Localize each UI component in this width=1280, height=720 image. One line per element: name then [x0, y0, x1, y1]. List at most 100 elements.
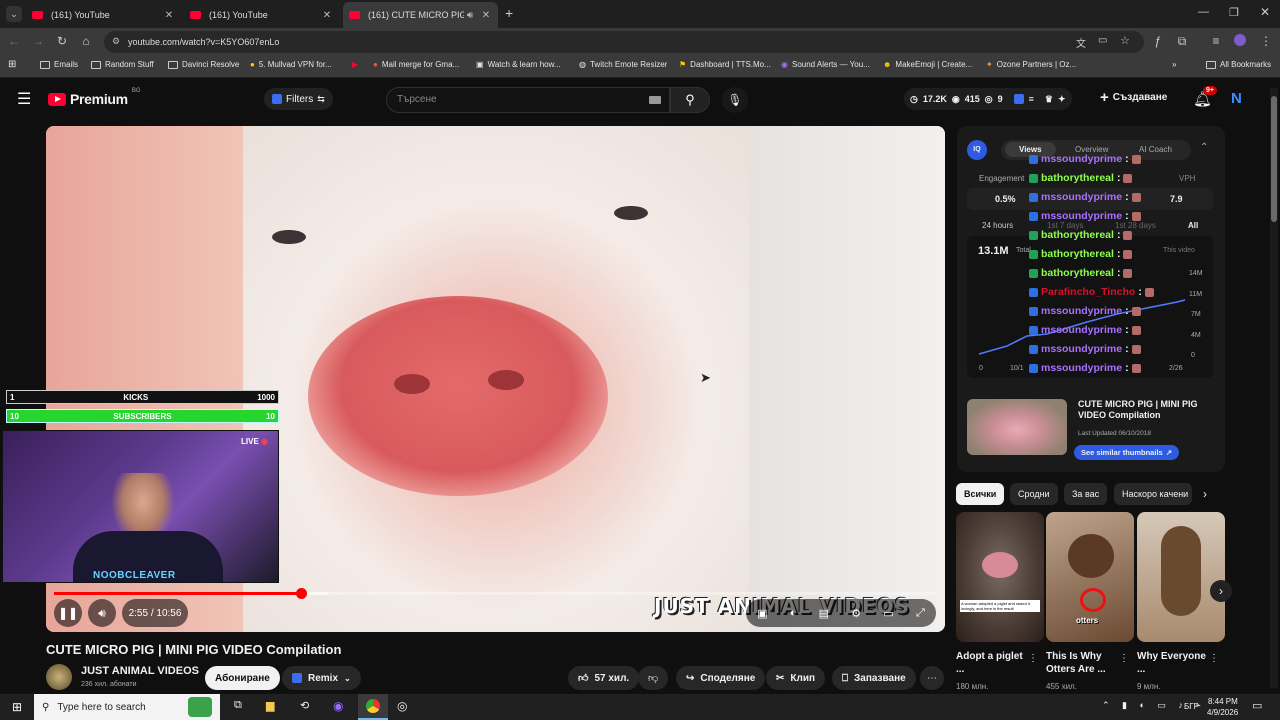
all-bookmarks[interactable]: All Bookmarks	[1206, 60, 1271, 69]
rec-thumbnail[interactable]	[1137, 512, 1225, 642]
speaker-icon[interactable]: 🔊︎	[464, 10, 476, 21]
rec-title[interactable]: Why Everyone ...	[1137, 650, 1207, 676]
voice-search-button[interactable]: 🎙︎	[722, 87, 748, 113]
more-actions-button[interactable]: ⋯	[920, 666, 944, 690]
apps-icon[interactable]: ⊞	[8, 59, 16, 70]
iq-icon[interactable]: ▣	[757, 607, 767, 620]
range-all[interactable]: All	[1188, 221, 1198, 230]
rec-title[interactable]: Adopt a piglet ...	[956, 650, 1026, 676]
collapse-icon[interactable]: ⌃	[1200, 142, 1208, 153]
bookmark-item[interactable]: ▶	[352, 60, 358, 69]
bookmark-item[interactable]: ◍ Twitch Emote Resizer	[579, 60, 667, 69]
avatar[interactable]: N	[1231, 90, 1242, 107]
address-bar[interactable]: ⚙ youtube.com/watch?v=K5YO607enLo 文 ▭ ☆	[104, 31, 1144, 53]
notification-center-icon[interactable]: ▭	[1252, 699, 1262, 712]
page-scrollbar[interactable]	[1270, 88, 1278, 688]
menu-icon[interactable]: ⋮	[1258, 34, 1274, 48]
taskbar-search[interactable]: ⚲ Type here to search	[34, 694, 220, 720]
bookmark-item[interactable]: ⚑ Dashboard | TTS.Mo...	[679, 60, 771, 69]
windows-start-icon[interactable]: ⊞	[12, 700, 22, 714]
tab-ai-coach[interactable]: AI Coach	[1139, 145, 1172, 154]
restore-button[interactable]: ❐	[1229, 6, 1239, 19]
app-icon[interactable]: ⟲	[300, 699, 309, 712]
extension-icon[interactable]: ƒ	[1150, 34, 1166, 48]
close-window-button[interactable]: ✕	[1260, 5, 1270, 19]
clip-button[interactable]: ✂ Клип	[766, 666, 826, 690]
rec-menu-icon[interactable]: ⋮	[1119, 653, 1129, 664]
file-explorer-icon[interactable]: ▆	[266, 699, 274, 712]
keyboard-icon[interactable]	[649, 96, 661, 104]
subtitles-icon[interactable]: ▤	[819, 607, 829, 620]
forward-icon[interactable]: →	[30, 34, 46, 48]
next-recs-button[interactable]: ›	[1210, 580, 1232, 602]
panel-thumbnail[interactable]	[967, 399, 1067, 455]
clock-date[interactable]: 4/9/2026	[1207, 708, 1238, 717]
reading-list-icon[interactable]: ≡	[1208, 34, 1224, 48]
reload-icon[interactable]: ↻	[54, 34, 70, 48]
youtube-logo[interactable]: Premium BG	[48, 88, 140, 107]
save-button[interactable]: ⎕ Запазване	[832, 666, 916, 690]
bookmark-item[interactable]: Emails	[40, 60, 78, 69]
browser-tab-active[interactable]: (161) CUTE MICRO PIG | MI 🔊︎ ✕	[343, 2, 498, 28]
app-icon[interactable]: ◉	[333, 699, 343, 713]
scrollbar-thumb[interactable]	[1271, 96, 1277, 222]
rec-thumbnail[interactable]: A woman adopted a piglet and raised it l…	[956, 512, 1044, 642]
volume-button[interactable]: 🔊︎	[88, 599, 116, 627]
language-indicator[interactable]: БГР	[1184, 702, 1199, 711]
chip-related[interactable]: Сродни	[1010, 483, 1058, 505]
range-24h[interactable]: 24 hours	[982, 221, 1013, 230]
browser-tab[interactable]: (161) YouTube ✕	[26, 2, 181, 28]
hamburger-menu-icon[interactable]: ☰	[17, 89, 31, 109]
browser-tab[interactable]: (161) YouTube ✕	[184, 2, 339, 28]
bookmark-item[interactable]: ▣ Watch & learn how...	[476, 60, 561, 69]
channel-avatar[interactable]	[46, 664, 72, 690]
search-button[interactable]: ⚲	[670, 87, 710, 113]
close-tab-icon[interactable]: ✕	[321, 10, 333, 21]
close-tab-icon[interactable]: ✕	[480, 10, 492, 21]
settings-icon[interactable]: ⚙	[851, 607, 861, 620]
remix-button[interactable]: Remix ⌄	[282, 666, 361, 690]
tab-search-button[interactable]: ⌄	[6, 6, 22, 22]
profile-icon[interactable]	[1232, 34, 1248, 49]
search-input[interactable]: Търсене	[386, 87, 670, 113]
subscribe-button[interactable]: Абониране	[205, 666, 280, 690]
bookmark-item[interactable]: ✦ Ozone Partners | Oz...	[986, 60, 1076, 69]
bookmark-item[interactable]: ● Mail merge for Gma...	[373, 60, 459, 69]
play-pause-button[interactable]: ❚❚	[54, 599, 82, 627]
dislike-button[interactable]: 👎︎	[638, 666, 669, 690]
chip-recent[interactable]: Наскоро качени	[1114, 483, 1192, 505]
chip-all[interactable]: Всички	[956, 483, 1005, 505]
bookmark-item[interactable]: ● 5. Mullvad VPN for...	[250, 60, 332, 69]
obs-icon[interactable]: ◎	[397, 699, 407, 713]
fullscreen-icon[interactable]: ⤢	[916, 607, 925, 620]
rec-menu-icon[interactable]: ⋮	[1028, 653, 1038, 664]
more-bookmarks-icon[interactable]: »	[1172, 60, 1176, 69]
back-icon[interactable]: ←	[6, 34, 22, 48]
bookmark-item[interactable]: ◉ Sound Alerts — You...	[781, 60, 870, 69]
see-similar-button[interactable]: See similar thumbnails ↗	[1074, 445, 1179, 460]
rec-thumbnail[interactable]: otters	[1046, 512, 1134, 642]
bookmark-item[interactable]: Davinci Resolve	[168, 60, 239, 69]
cast-icon[interactable]: ▭	[1098, 35, 1107, 46]
channel-name[interactable]: JUST ANIMAL VIDEOS	[81, 665, 199, 677]
share-button[interactable]: ↪ Споделяне	[676, 666, 766, 690]
theater-mode-icon[interactable]: ▭	[883, 607, 893, 620]
autoplay-toggle-icon[interactable]: ◐	[790, 607, 797, 619]
chrome-taskbar-icon[interactable]	[358, 694, 388, 720]
create-button[interactable]: + Създаване	[1100, 89, 1167, 106]
chip-for-you[interactable]: За вас	[1064, 483, 1108, 505]
bookmark-item[interactable]: Random Stuff	[91, 60, 154, 69]
task-view-icon[interactable]: ⧉	[234, 699, 242, 712]
like-button[interactable]: 👍︎ 57 хил.	[568, 666, 640, 690]
notifications-button[interactable]: 🔔︎ 9+	[1193, 86, 1217, 108]
filters-button[interactable]: Filters ⇆	[264, 88, 333, 110]
home-icon[interactable]: ⌂	[78, 34, 94, 48]
bookmark-item[interactable]: ☻ MakeEmoji | Create...	[883, 60, 972, 69]
site-info-icon[interactable]: ⚙	[112, 36, 120, 47]
bookmark-star-icon[interactable]: ☆	[1120, 34, 1130, 47]
new-tab-button[interactable]: +	[505, 5, 513, 21]
translate-icon[interactable]: 文	[1076, 35, 1086, 50]
extensions-icon[interactable]: ⧉	[1174, 34, 1190, 49]
rec-title[interactable]: This Is Why Otters Are ...	[1046, 650, 1116, 676]
clock-time[interactable]: 8:44 PM	[1208, 697, 1238, 706]
